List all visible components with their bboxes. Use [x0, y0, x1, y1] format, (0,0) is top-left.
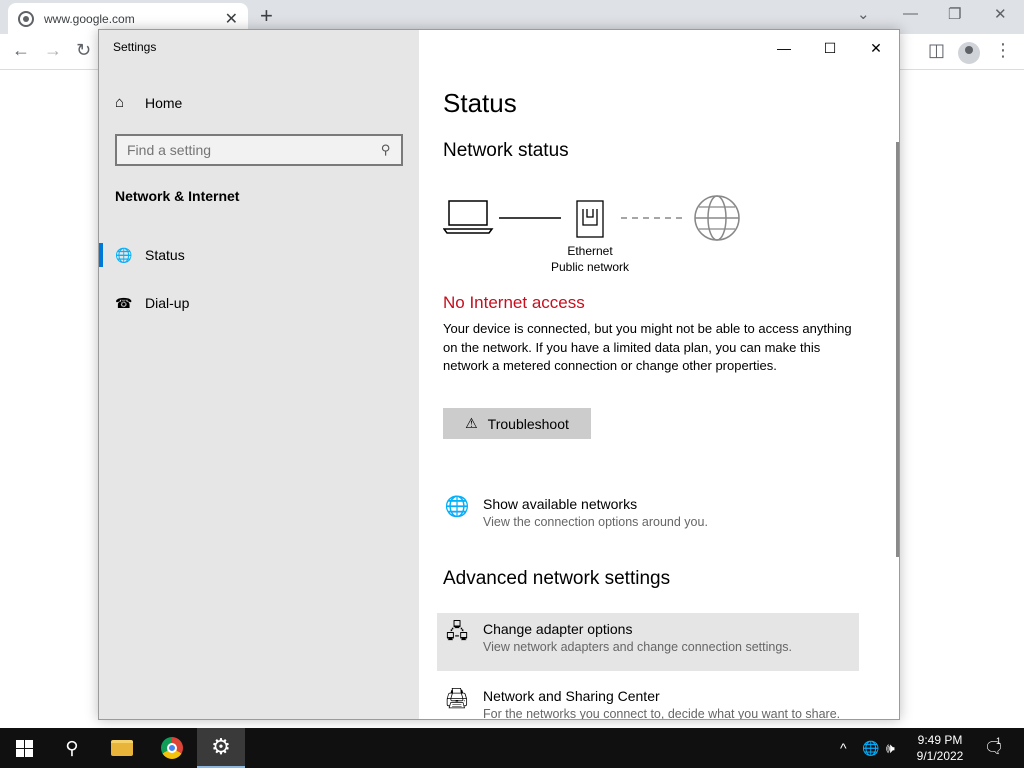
settings-window: Settings ⌂ Home ⚲ Network & Internet 🌐 S…: [98, 29, 900, 720]
link-subtitle: View the connection options around you.: [483, 515, 708, 529]
page-title: Status: [443, 88, 517, 118]
sidebar-item-dialup[interactable]: ☎ Dial-up: [99, 285, 419, 321]
folder-icon: [111, 740, 133, 756]
browser-close-button[interactable]: ✕: [994, 5, 1007, 23]
side-panel-icon[interactable]: ◫: [928, 40, 945, 61]
search-box[interactable]: ⚲: [115, 134, 403, 166]
show-available-networks-link[interactable]: 🌐 Show available networks View the conne…: [437, 488, 859, 546]
network-sharing-center-link[interactable]: 🖨 Network and Sharing Center For the net…: [437, 680, 859, 720]
nav-home-label: Home: [145, 94, 183, 111]
sidebar-item-label: Dial-up: [145, 295, 190, 311]
sharing-center-icon: 🖨: [444, 688, 470, 710]
network-status-heading: Network status: [443, 140, 569, 161]
globe-icon: [18, 10, 34, 27]
notification-count-badge: 1: [996, 736, 1002, 746]
browser-minimize-button[interactable]: —: [903, 5, 918, 22]
forward-icon[interactable]: →: [44, 40, 62, 61]
reload-icon[interactable]: ↻: [76, 40, 91, 61]
volume-icon[interactable]: 🕪: [886, 728, 895, 768]
chrome-icon: [161, 737, 183, 759]
section-label: Network & Internet: [115, 188, 240, 204]
notification-center-icon[interactable]: 🗨: [984, 728, 1004, 768]
file-explorer-button[interactable]: [98, 728, 146, 768]
system-clock[interactable]: 9:49 PM 9/1/2022: [908, 732, 972, 764]
window-title: Settings: [113, 40, 157, 54]
dialup-icon: ☎: [115, 294, 133, 311]
link-subtitle: View network adapters and change connect…: [483, 640, 792, 654]
taskbar-search-icon[interactable]: ⚲: [48, 728, 96, 768]
settings-sidebar: Settings ⌂ Home ⚲ Network & Internet 🌐 S…: [99, 30, 419, 719]
browser-restore-button[interactable]: ❐: [948, 5, 961, 23]
tab-title: www.google.com: [44, 11, 135, 26]
network-adapter-icon: 🖧: [445, 621, 469, 643]
start-button[interactable]: [0, 728, 48, 768]
advanced-settings-heading: Advanced network settings: [443, 568, 671, 589]
content-scrollbar[interactable]: [896, 142, 899, 557]
change-adapter-options-link[interactable]: 🖧 Change adapter options View network ad…: [437, 613, 859, 671]
windows-logo-icon: [15, 739, 33, 757]
network-profile: Public network: [550, 260, 630, 274]
ethernet-port-icon: [576, 200, 604, 238]
profile-avatar[interactable]: [958, 42, 980, 64]
globe-icon: 🌐: [115, 246, 133, 263]
globe-icon: 🌐: [444, 496, 470, 518]
network-tray-icon[interactable]: 🌐: [862, 728, 879, 768]
search-input[interactable]: [127, 142, 382, 158]
troubleshoot-label: Troubleshoot: [487, 415, 569, 432]
settings-content: Status Network status Ethernet Public ne…: [419, 30, 899, 720]
tab-search-icon[interactable]: ⌄: [857, 5, 870, 23]
back-icon[interactable]: ←: [12, 40, 30, 61]
sidebar-item-status[interactable]: 🌐 Status: [99, 237, 419, 273]
browser-menu-icon[interactable]: ⋮: [994, 40, 1012, 61]
link-title: Change adapter options: [483, 621, 633, 637]
connection-state: No Internet access: [443, 293, 585, 312]
link-subtitle: For the networks you connect to, decide …: [483, 707, 841, 720]
clock-time: 9:49 PM: [917, 733, 963, 747]
show-hidden-icons-chevron[interactable]: ^: [840, 728, 847, 768]
nav-home[interactable]: ⌂ Home: [115, 94, 182, 111]
taskbar: ⚲ ⚙ ^ 🌐 🕪 9:49 PM 9/1/2022 🗨 1: [0, 728, 1024, 768]
link-title: Show available networks: [483, 496, 638, 512]
search-icon[interactable]: ⚲: [381, 142, 391, 158]
laptop-icon: [442, 200, 494, 234]
link-title: Network and Sharing Center: [483, 688, 660, 704]
warning-icon: ⚠: [465, 415, 478, 431]
chrome-taskbar-button[interactable]: [148, 728, 196, 768]
internet-globe-icon: [694, 195, 740, 241]
connection-description: Your device is connected, but you might …: [443, 321, 852, 373]
home-icon: ⌂: [115, 94, 125, 111]
sidebar-item-label: Status: [145, 247, 185, 263]
adapter-name: Ethernet: [567, 244, 613, 258]
settings-taskbar-button[interactable]: ⚙: [197, 728, 245, 768]
network-diagram: Ethernet Public network: [442, 195, 743, 275]
tab-close-icon[interactable]: ✕: [225, 9, 238, 29]
new-tab-button[interactable]: +: [260, 3, 273, 29]
troubleshoot-button[interactable]: ⚠ Troubleshoot: [443, 408, 591, 439]
clock-date: 9/1/2022: [916, 749, 964, 763]
